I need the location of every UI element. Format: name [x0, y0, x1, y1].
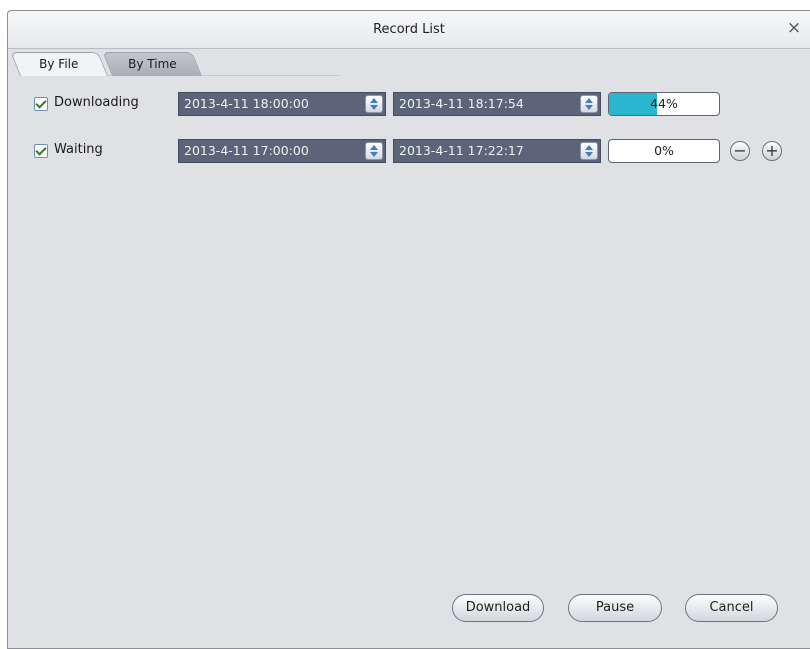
record-row: Waiting 2013-4-11 17:00:00 2013-4-11 17:…	[34, 137, 794, 165]
downloading-checkbox[interactable]	[34, 97, 48, 111]
tab-label: By Time	[127, 57, 177, 71]
end-time-value: 2013-4-11 18:17:54	[399, 96, 524, 111]
tab-bar: By File By Time	[10, 52, 340, 76]
plus-circle-icon[interactable]: +	[762, 141, 782, 161]
end-time-field[interactable]: 2013-4-11 17:22:17	[393, 139, 601, 163]
start-time-value: 2013-4-11 18:00:00	[184, 96, 309, 111]
start-time-field[interactable]: 2013-4-11 18:00:00	[178, 92, 386, 116]
download-progress-bar: 44%	[608, 92, 720, 116]
waiting-checkbox[interactable]	[34, 144, 48, 158]
tab-by-time[interactable]: By Time	[102, 52, 202, 76]
tab-by-file[interactable]: By File	[10, 52, 109, 76]
title-bar: Record List ×	[8, 11, 810, 49]
spinner-arrows-icon[interactable]	[580, 95, 598, 113]
minus-circle-icon[interactable]: −	[730, 141, 750, 161]
close-icon[interactable]: ×	[784, 18, 804, 38]
row-status-label: Waiting	[54, 142, 103, 157]
tab-label: By File	[39, 57, 79, 71]
start-time-value: 2013-4-11 17:00:00	[184, 143, 309, 158]
end-time-value: 2013-4-11 17:22:17	[399, 143, 524, 158]
spinner-arrows-icon[interactable]	[580, 142, 598, 160]
progress-text: 0%	[654, 143, 674, 158]
record-row: Downloading 2013-4-11 18:00:00 2013-4-11…	[34, 90, 794, 118]
end-time-field[interactable]: 2013-4-11 18:17:54	[393, 92, 601, 116]
download-progress-bar: 0%	[608, 139, 720, 163]
spinner-arrows-icon[interactable]	[365, 95, 383, 113]
window-title: Record List	[373, 22, 445, 37]
start-time-field[interactable]: 2013-4-11 17:00:00	[178, 139, 386, 163]
row-status-label: Downloading	[54, 95, 139, 110]
pause-button[interactable]: Pause	[568, 594, 662, 622]
cancel-button[interactable]: Cancel	[685, 594, 778, 622]
spinner-arrows-icon[interactable]	[365, 142, 383, 160]
progress-text: 44%	[650, 96, 678, 111]
download-button[interactable]: Download	[452, 594, 544, 622]
